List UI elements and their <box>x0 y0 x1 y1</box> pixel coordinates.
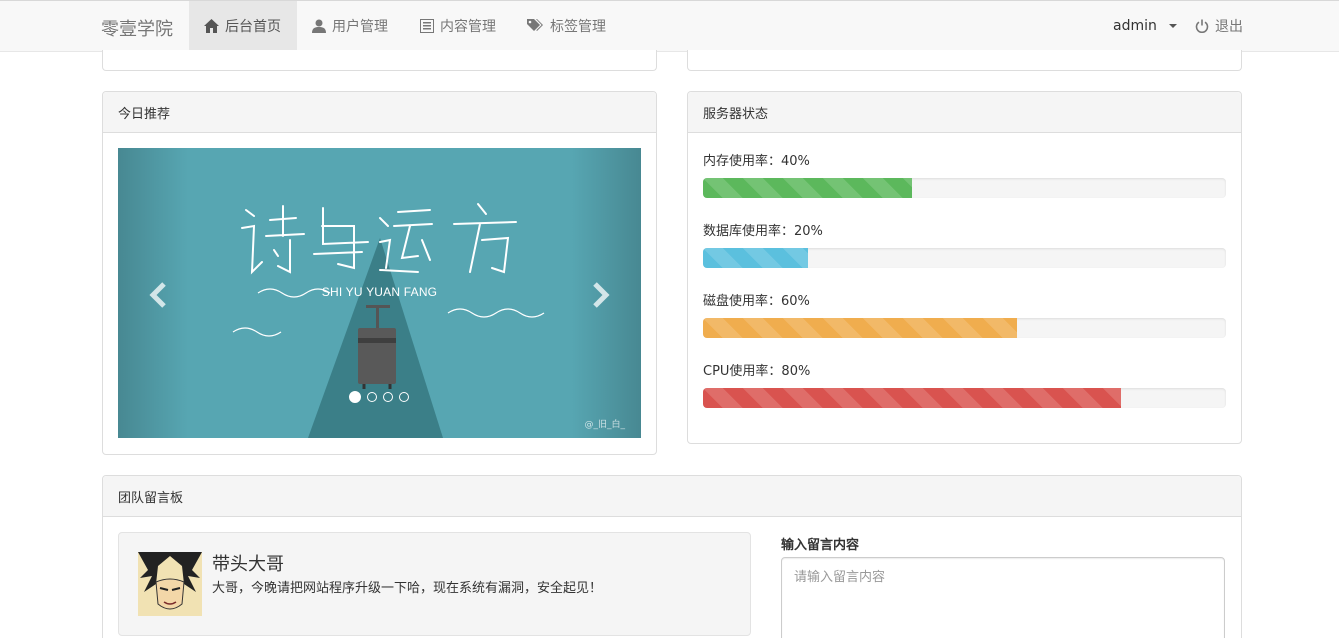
previous-panel-left <box>102 50 657 71</box>
nav-item-tags[interactable]: 标签管理 <box>512 1 621 51</box>
progress-bar-fill <box>703 318 1017 338</box>
nav-item-users[interactable]: 用户管理 <box>297 1 403 51</box>
cpu-usage-progress <box>703 388 1226 408</box>
nav-item-label: 用户管理 <box>332 19 388 35</box>
home-icon <box>204 19 219 33</box>
recommend-panel-title: 今日推荐 <box>103 92 656 133</box>
disk-usage-label: 磁盘使用率：60% <box>703 294 810 309</box>
progress-bar-fill <box>703 248 808 268</box>
tags-icon <box>527 19 544 33</box>
database-usage-progress <box>703 248 1226 268</box>
nav-item-label: 内容管理 <box>440 19 496 35</box>
message-text: 大哥，今晚请把网站程序升级一下哈，现在系统有漏洞，安全起见！ <box>212 581 603 596</box>
previous-panel-right <box>687 50 1242 71</box>
chevron-right-icon <box>593 282 610 308</box>
username: admin <box>1113 18 1157 34</box>
logout-label: 退出 <box>1215 19 1243 35</box>
carousel-next-button[interactable] <box>585 280 615 310</box>
server-status-title: 服务器状态 <box>688 92 1241 133</box>
carousel-indicators <box>349 391 409 403</box>
logout-link[interactable]: 退出 <box>1180 1 1258 51</box>
power-off-icon <box>1195 19 1209 33</box>
carousel-prev-button[interactable] <box>144 280 174 310</box>
chevron-left-icon <box>149 282 166 308</box>
carousel-indicator[interactable] <box>383 392 393 402</box>
top-navbar: 零壹学院 后台首页 用户管理 内容管理 标签管理 admin 退出 <box>0 0 1339 52</box>
carousel-indicator[interactable] <box>399 392 409 402</box>
nav-item-label: 后台首页 <box>225 19 281 35</box>
message-board-panel: 团队留言板 带头大哥 大哥，今晚请把网站程序升级一下哈，现在系统有漏洞，安全起见… <box>102 475 1242 638</box>
nav-item-home[interactable]: 后台首页 <box>189 1 297 51</box>
carousel-indicator[interactable] <box>349 391 361 403</box>
user-menu-dropdown[interactable]: admin <box>1098 1 1192 51</box>
cpu-usage-label: CPU使用率：80% <box>703 364 811 379</box>
server-status-panel: 服务器状态 内存使用率：40% 数据库使用率：20% 磁盘使用率：60% CPU… <box>687 91 1242 444</box>
list-alt-icon <box>420 19 434 33</box>
user-icon <box>312 19 326 33</box>
message-input[interactable] <box>781 557 1225 638</box>
disk-usage-progress <box>703 318 1226 338</box>
message-board-title: 团队留言板 <box>103 476 1241 517</box>
avatar <box>138 552 202 616</box>
message-input-label: 输入留言内容 <box>781 538 860 553</box>
progress-bar-fill <box>703 388 1122 408</box>
memory-usage-progress <box>703 178 1226 198</box>
nav-item-label: 标签管理 <box>550 19 606 35</box>
message-author: 带头大哥 <box>212 554 284 575</box>
recommend-panel: 今日推荐 SHI YU YUAN FANG @_旧_白_ <box>102 91 657 455</box>
memory-usage-label: 内存使用率：40% <box>703 154 810 169</box>
message-item: 带头大哥 大哥，今晚请把网站程序升级一下哈，现在系统有漏洞，安全起见！ <box>118 532 751 636</box>
caret-down-icon <box>1168 24 1177 28</box>
slide-subtitle: SHI YU YUAN FANG <box>321 285 438 299</box>
progress-bar-fill <box>703 178 913 198</box>
brand-logo[interactable]: 零壹学院 <box>101 15 173 41</box>
image-watermark: @_旧_白_ <box>584 420 625 430</box>
database-usage-label: 数据库使用率：20% <box>703 224 823 239</box>
nav-item-content[interactable]: 内容管理 <box>405 1 511 51</box>
recommend-carousel[interactable]: SHI YU YUAN FANG @_旧_白_ <box>118 148 641 438</box>
carousel-indicator[interactable] <box>367 392 377 402</box>
